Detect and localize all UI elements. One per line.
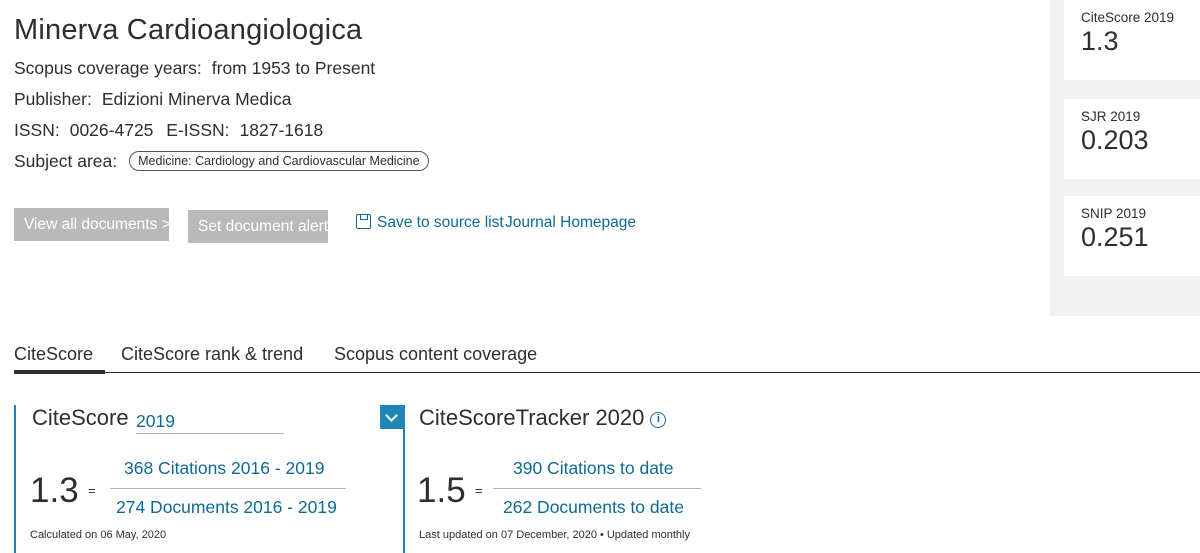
issn-row: ISSN: 0026-4725 E-ISSN: 1827-1618 (14, 120, 323, 141)
metric-value: 0.203 (1081, 125, 1149, 155)
metric-value: 1.3 (1081, 26, 1119, 56)
update-frequency: Updated monthly (606, 529, 690, 541)
active-tab-indicator (14, 370, 105, 374)
metric-label: SJR 2019 (1081, 109, 1141, 124)
source-header: Minerva Cardioangiologica Scopus coverag… (0, 0, 1200, 316)
save-to-source-list-label: Save to source list (377, 214, 504, 231)
citescore-value: 1.3 (30, 471, 79, 510)
citescore-metric[interactable]: CiteScore 2019 1.3 (1064, 0, 1200, 80)
fraction-line (110, 488, 346, 489)
tab-citescore-rank-trend[interactable]: CiteScore rank & trend (121, 344, 303, 365)
snip-metric[interactable]: SNIP 2019 0.251 (1064, 196, 1200, 276)
publisher-value: Edizioni Minerva Medica (101, 89, 292, 109)
set-document-alert-button[interactable]: Set document alert (188, 210, 328, 243)
calculated-note: Calculated on 06 May, 2020 (30, 529, 167, 541)
subject-row: Subject area: Medicine: Cardiology and Ca… (14, 151, 429, 172)
tab-citescore[interactable]: CiteScore (14, 344, 93, 365)
tab-scopus-content-coverage[interactable]: Scopus content coverage (334, 344, 537, 365)
source-info: Minerva Cardioangiologica Scopus coverag… (0, 0, 1050, 316)
tab-divider (105, 372, 1200, 373)
metric-value: 0.251 (1081, 222, 1149, 252)
publisher-label: Publisher: (14, 89, 92, 109)
citescore-tracker-panel: CiteScoreTracker 2020 i 1.5 = 390 Citatio… (403, 405, 803, 553)
coverage-row: Scopus coverage years: from 1953 to Prese… (14, 58, 375, 79)
documents-link[interactable]: 274 Documents 2016 - 2019 (116, 497, 337, 518)
view-all-documents-button[interactable]: View all documents > (14, 208, 171, 241)
tab-bar: CiteScore CiteScore rank & trend Scopus … (0, 316, 1200, 374)
equals-sign: = (475, 483, 483, 498)
issn-value: 0026-4725 (69, 120, 154, 140)
eissn-label: E-ISSN: (166, 120, 230, 140)
updated-note: Last updated on 07 December, 2020 • Update… (419, 529, 690, 541)
tracker-documents-link[interactable]: 262 Documents to date (503, 497, 684, 518)
subject-chip[interactable]: Medicine: Cardiology and Cardiovascular … (129, 151, 429, 171)
metric-label: SNIP 2019 (1081, 206, 1147, 221)
sjr-metric[interactable]: SJR 2019 0.203 (1064, 99, 1200, 179)
subject-label: Subject area: (14, 151, 118, 171)
chevron-down-icon[interactable] (380, 405, 404, 429)
updated-date: Last updated on 07 December, 2020 (419, 529, 597, 541)
eissn-value: 1827-1618 (239, 120, 324, 140)
equals-sign: = (88, 483, 96, 498)
tracker-title: CiteScoreTracker 2020 i (419, 405, 667, 431)
coverage-label: Scopus coverage years: (14, 58, 202, 78)
tracker-title-text: CiteScoreTracker 2020 (419, 405, 645, 430)
citescore-title: CiteScore (32, 405, 129, 430)
page-title: Minerva Cardioangiologica (14, 14, 363, 46)
publisher-row: Publisher: Edizioni Minerva Medica (14, 89, 292, 110)
citations-link[interactable]: 368 Citations 2016 - 2019 (124, 458, 324, 479)
tracker-citations-link[interactable]: 390 Citations to date (513, 458, 674, 479)
bullet: • (599, 529, 604, 541)
issn-label: ISSN: (14, 120, 60, 140)
coverage-value: from 1953 to Present (211, 58, 376, 78)
save-to-source-list-link[interactable]: Save to source list (356, 214, 504, 232)
citescore-year-value: 2019 (136, 411, 175, 431)
citescore-panel: CiteScore 2019 1.3 = 368 Citations 2016 … (14, 405, 404, 553)
citescore-year-select[interactable]: 2019 (136, 405, 404, 434)
journal-homepage-link[interactable]: Journal Homepage (505, 214, 636, 232)
save-icon (356, 214, 371, 229)
metric-label: CiteScore 2019 (1081, 10, 1175, 25)
fraction-line (493, 488, 701, 489)
tracker-value: 1.5 (417, 471, 466, 510)
info-icon[interactable]: i (650, 412, 667, 428)
